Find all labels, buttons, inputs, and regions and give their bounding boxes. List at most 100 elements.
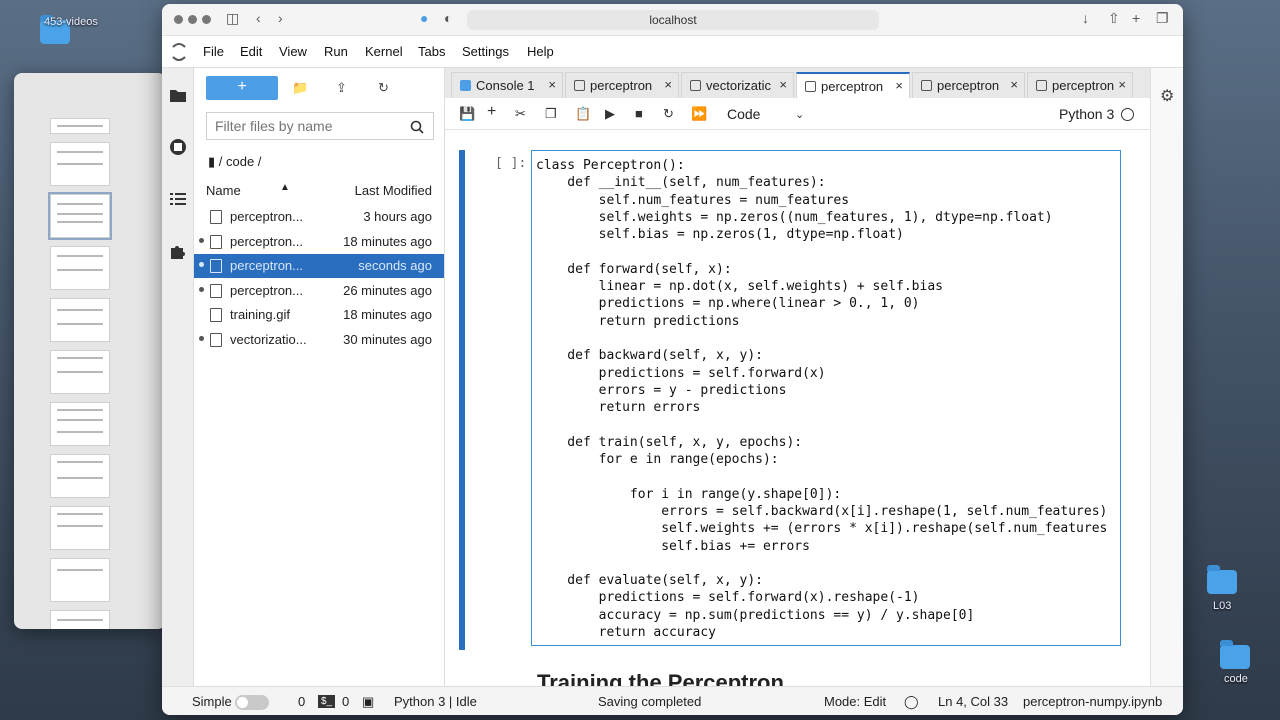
code-line[interactable]: self.weights += (errors * x[i]).reshape(… — [536, 520, 1120, 537]
code-line[interactable]: def backward(self, x, y): — [536, 347, 1120, 364]
tab-notebook[interactable]: perceptron × — [565, 72, 679, 98]
slide-thumbnail[interactable] — [50, 402, 110, 446]
slide-thumbnail-strip[interactable] — [36, 118, 114, 629]
breadcrumb[interactable]: ▮ / code / — [208, 154, 261, 170]
code-line[interactable]: self.bias = np.zeros(1, dtype=np.float) — [536, 226, 1120, 243]
copy-icon[interactable]: ❐ — [545, 106, 557, 122]
kernel-count[interactable]: 0 — [342, 694, 349, 709]
code-line[interactable]: self.bias += errors — [536, 538, 1120, 555]
save-icon[interactable]: 💾 — [459, 106, 475, 122]
slide-thumbnail[interactable] — [50, 558, 110, 602]
window-close-button[interactable] — [174, 15, 183, 24]
column-name-header[interactable]: Name — [206, 183, 241, 198]
code-line[interactable] — [536, 468, 1120, 485]
close-tab-icon[interactable]: × — [548, 77, 556, 92]
code-line[interactable] — [536, 416, 1120, 433]
restart-run-all-icon[interactable]: ⏩ — [691, 106, 707, 122]
terminal-count[interactable]: 0 — [298, 694, 305, 709]
menu-edit[interactable]: Edit — [240, 44, 262, 59]
cell-type-select[interactable]: Code — [727, 106, 760, 122]
code-line[interactable] — [536, 555, 1120, 572]
menu-tabs[interactable]: Tabs — [418, 44, 445, 59]
new-tab-icon[interactable]: + — [1132, 10, 1140, 26]
cursor-position[interactable]: Ln 4, Col 33 — [938, 694, 1008, 709]
file-row[interactable]: perceptron... 26 minutes ago — [194, 279, 444, 303]
slide-thumbnail[interactable] — [50, 142, 110, 186]
code-line[interactable]: def evaluate(self, x, y): — [536, 572, 1120, 589]
paste-icon[interactable]: 📋 — [575, 106, 591, 122]
run-icon[interactable]: ▶ — [605, 106, 615, 122]
code-line[interactable]: predictions = self.forward(x).reshape(-1… — [536, 589, 1120, 606]
code-line[interactable]: predictions = self.forward(x) — [536, 365, 1120, 382]
kernel-name[interactable]: Python 3 — [1059, 106, 1114, 122]
file-row[interactable]: perceptron... 3 hours ago — [194, 205, 444, 229]
file-row[interactable]: perceptron... 18 minutes ago — [194, 230, 444, 254]
upload-icon[interactable]: ⇪ — [336, 80, 347, 96]
extension-icon[interactable] — [169, 242, 187, 260]
code-text[interactable]: class Perceptron(): def __init__(self, n… — [532, 151, 1120, 641]
slide-thumbnail[interactable] — [50, 454, 110, 498]
file-row[interactable]: perceptron... seconds ago — [194, 254, 444, 279]
code-line[interactable]: for i in range(y.shape[0]): — [536, 486, 1120, 503]
chevron-down-icon[interactable]: ⌄ — [795, 108, 804, 121]
sidebar-toggle-icon[interactable]: ◫ — [226, 10, 239, 27]
stop-icon[interactable]: ■ — [635, 106, 643, 121]
close-tab-icon[interactable]: × — [1118, 77, 1126, 92]
property-inspector-icon[interactable]: ⚙ — [1160, 86, 1174, 106]
slide-thumbnail[interactable] — [50, 350, 110, 394]
code-line[interactable]: return predictions — [536, 313, 1120, 330]
background-slides-window[interactable] — [14, 73, 166, 629]
share-icon[interactable]: ⇧ — [1108, 10, 1120, 27]
slide-thumbnail[interactable] — [50, 506, 110, 550]
new-launcher-button[interactable]: + — [206, 76, 278, 100]
tab-console[interactable]: Console 1 × — [451, 72, 563, 98]
file-row[interactable]: vectorizatio... 30 minutes ago — [194, 328, 444, 352]
address-bar[interactable]: localhost — [467, 10, 879, 30]
code-line[interactable]: self.num_features = num_features — [536, 192, 1120, 209]
code-line[interactable]: return accuracy — [536, 624, 1120, 641]
forward-icon[interactable]: › — [278, 10, 283, 26]
kernel-status[interactable]: Python 3 | Idle — [394, 694, 477, 709]
new-folder-icon[interactable]: 📁 — [292, 80, 308, 96]
menu-settings[interactable]: Settings — [462, 44, 509, 59]
code-line[interactable]: accuracy = np.sum(predictions == y) / y.… — [536, 607, 1120, 624]
table-of-contents-icon[interactable] — [169, 190, 187, 208]
desktop-folder-l03-icon[interactable] — [1207, 565, 1237, 594]
insert-cell-icon[interactable]: + — [487, 103, 496, 121]
slide-thumbnail[interactable] — [50, 298, 110, 342]
download-icon[interactable]: ↓ — [1082, 10, 1089, 26]
code-line[interactable]: predictions = np.where(linear > 0., 1, 0… — [536, 295, 1120, 312]
running-icon[interactable] — [169, 138, 187, 156]
close-tab-icon[interactable]: × — [1010, 77, 1018, 92]
notebook-panel[interactable]: [ ]: class Perceptron(): def __init__(se… — [445, 130, 1150, 686]
window-zoom-button[interactable] — [202, 15, 211, 24]
code-line[interactable]: errors = y - predictions — [536, 382, 1120, 399]
slide-thumbnail-selected[interactable] — [48, 192, 112, 240]
sort-ascending-icon[interactable]: ▲ — [280, 182, 290, 193]
slide-thumbnail[interactable] — [50, 246, 110, 290]
close-tab-icon[interactable]: × — [895, 78, 903, 93]
code-cell-editor[interactable]: class Perceptron(): def __init__(self, n… — [531, 150, 1121, 646]
restart-icon[interactable]: ↻ — [663, 106, 674, 122]
code-line[interactable]: def train(self, x, y, epochs): — [536, 434, 1120, 451]
code-line[interactable] — [536, 330, 1120, 347]
tab-notebook[interactable]: perceptron × — [912, 72, 1025, 98]
tab-notebook[interactable]: vectorizatic × — [681, 72, 794, 98]
cut-icon[interactable]: ✂ — [515, 106, 526, 122]
column-modified-header[interactable]: Last Modified — [355, 183, 432, 198]
close-tab-icon[interactable]: × — [779, 77, 787, 92]
folder-icon[interactable] — [169, 86, 187, 104]
menu-file[interactable]: File — [203, 44, 224, 59]
menu-run[interactable]: Run — [324, 44, 348, 59]
close-tab-icon[interactable]: × — [664, 77, 672, 92]
code-line[interactable]: self.weights = np.zeros((num_features, 1… — [536, 209, 1120, 226]
tab-overview-icon[interactable]: ❐ — [1156, 10, 1169, 27]
desktop-folder-code-icon[interactable] — [1220, 640, 1250, 669]
tab-notebook[interactable]: perceptron × — [796, 72, 910, 98]
tab-notebook[interactable]: perceptron × — [1027, 72, 1133, 98]
menu-help[interactable]: Help — [527, 44, 554, 59]
code-line[interactable]: for e in range(epochs): — [536, 451, 1120, 468]
code-line[interactable]: def __init__(self, num_features): — [536, 174, 1120, 191]
code-line[interactable]: return errors — [536, 399, 1120, 416]
file-row[interactable]: training.gif 18 minutes ago — [194, 303, 444, 327]
